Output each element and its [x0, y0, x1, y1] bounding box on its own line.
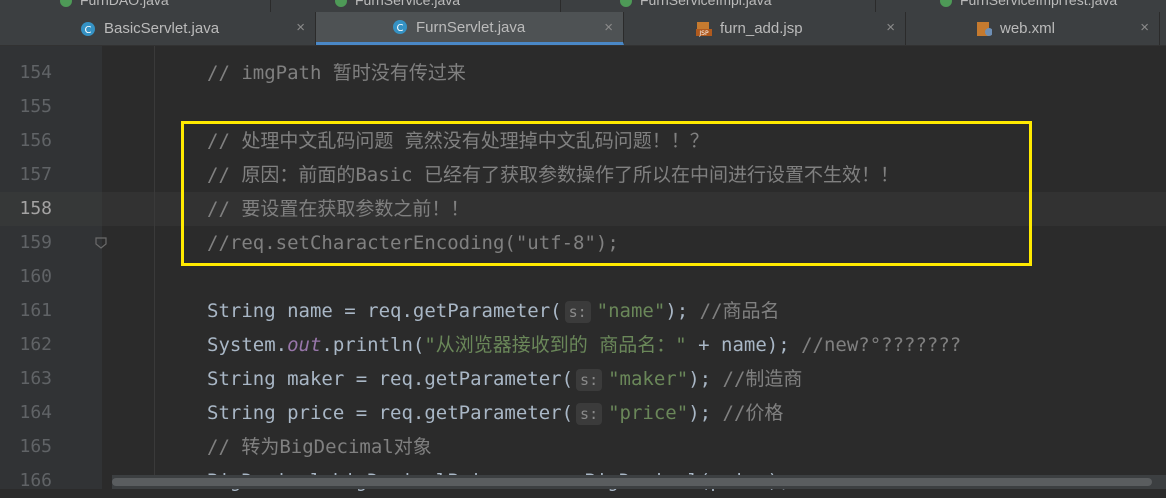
line-number: 156	[19, 130, 52, 151]
code-line-161[interactable]: String name = req.getParameter(s: "name")…	[207, 294, 780, 328]
tab-basicservlet[interactable]: C BasicServlet.java ×	[0, 12, 316, 45]
java-class-icon: C	[392, 19, 408, 35]
fold-marker-icon[interactable]	[94, 235, 108, 249]
java-class-icon: C	[80, 21, 96, 37]
tab-furnserviceimpl[interactable]: FurnServiceImpl.java	[620, 0, 772, 12]
close-icon[interactable]: ×	[604, 19, 613, 37]
code-line-163[interactable]: String maker = req.getParameter(s: "maker…	[207, 362, 802, 396]
close-icon[interactable]: ×	[296, 19, 305, 37]
svg-text:C: C	[85, 25, 92, 36]
indent-guide	[154, 46, 155, 489]
scrollbar-thumb[interactable]	[112, 478, 1152, 486]
horizontal-scrollbar[interactable]	[112, 475, 1166, 489]
line-number: 162	[19, 334, 52, 355]
editor-tab-bar: C BasicServlet.java × C FurnServlet.java…	[0, 12, 1166, 46]
svg-text:JSP: JSP	[698, 30, 709, 37]
line-number: 155	[19, 96, 52, 117]
code-line-154[interactable]: // imgPath 暂时没有传过来	[207, 56, 466, 90]
line-number: 166	[19, 470, 52, 491]
parameter-hint: s:	[564, 300, 591, 323]
hidden-tab-row: FurnDAO.java FurnService.java FurnServic…	[0, 0, 1166, 12]
tab-web-xml[interactable]: web.xml ×	[906, 12, 1160, 45]
tab-furnservice[interactable]: FurnService.java	[335, 0, 460, 12]
line-number-current: 158	[19, 198, 52, 219]
line-number: 165	[19, 436, 52, 457]
tab-furnservlet[interactable]: C FurnServlet.java ×	[316, 12, 624, 45]
code-line-162[interactable]: System.out.println("从浏览器接收到的 商品名：" + nam…	[207, 328, 961, 362]
tab-furn-add-jsp[interactable]: JSP furn_add.jsp ×	[624, 12, 906, 45]
code-line-165[interactable]: // 转为BigDecimal对象	[207, 430, 432, 464]
line-number: 154	[19, 62, 52, 83]
line-number: 157	[19, 164, 52, 185]
xml-file-icon	[976, 21, 992, 37]
close-icon[interactable]: ×	[886, 19, 895, 37]
code-line-164[interactable]: String price = req.getParameter(s: "price…	[207, 396, 783, 430]
line-number: 161	[19, 300, 52, 321]
line-number: 164	[19, 402, 52, 423]
parameter-hint: s:	[576, 368, 603, 391]
close-icon[interactable]: ×	[1140, 19, 1149, 37]
tab-furndao[interactable]: FurnDAO.java	[60, 0, 169, 12]
line-number: 159	[19, 232, 52, 253]
svg-text:C: C	[397, 23, 404, 34]
jsp-file-icon: JSP	[696, 21, 712, 37]
line-number: 163	[19, 368, 52, 389]
parameter-hint: s:	[576, 402, 603, 425]
annotation-highlight-box	[181, 121, 1032, 266]
line-number: 160	[19, 266, 52, 287]
tab-furnserviceimpltest[interactable]: FurnServiceImplTest.java	[940, 0, 1117, 12]
